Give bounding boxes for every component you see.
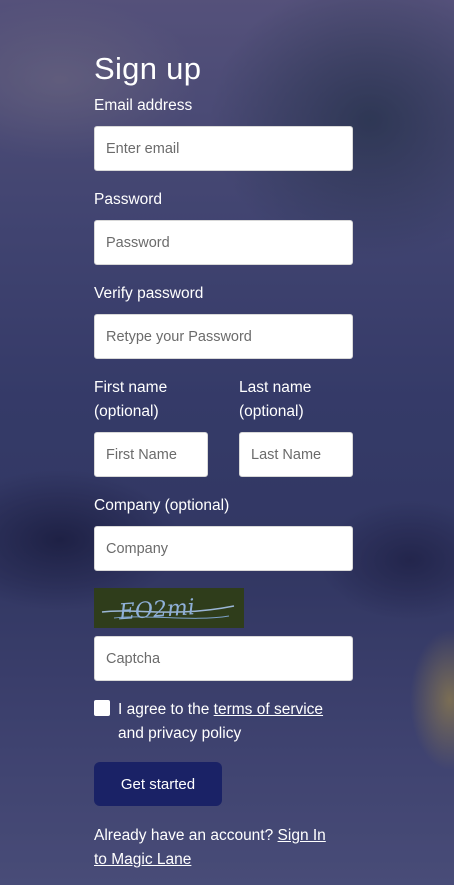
company-field[interactable] <box>94 526 353 571</box>
first-name-group: First name (optional) <box>94 376 208 477</box>
last-name-label-line2: (optional) <box>239 403 304 420</box>
captcha-image: EO2mi <box>94 588 244 628</box>
terms-text: I agree to the terms of service and priv… <box>118 698 323 746</box>
page-title: Sign up <box>94 51 202 86</box>
verify-password-label: Verify password <box>94 285 204 302</box>
password-field[interactable] <box>94 220 353 265</box>
get-started-button[interactable]: Get started <box>94 762 222 806</box>
sign-in-link-continued[interactable]: to Magic Lane <box>94 851 191 868</box>
signup-form: Sign up Email address Password Verify pa… <box>94 50 353 872</box>
terms-row: I agree to the terms of service and priv… <box>94 698 353 746</box>
captcha-image-svg: EO2mi <box>94 588 244 628</box>
terms-suffix: and privacy policy <box>118 725 242 742</box>
last-name-group: Last name (optional) <box>239 376 353 477</box>
signin-prompt: Already have an account? Sign In to Magi… <box>94 824 353 872</box>
last-name-label: Last name (optional) <box>239 376 353 424</box>
first-name-label-line1: First name <box>94 379 168 396</box>
terms-of-service-link[interactable]: terms of service <box>214 701 323 718</box>
name-row: First name (optional) Last name (optiona… <box>94 376 353 477</box>
verify-password-field[interactable] <box>94 314 353 359</box>
first-name-label: First name (optional) <box>94 376 208 424</box>
last-name-label-line1: Last name <box>239 379 312 396</box>
first-name-label-line2: (optional) <box>94 403 159 420</box>
terms-checkbox[interactable] <box>94 700 110 716</box>
signin-prompt-text: Already have an account? <box>94 827 274 844</box>
last-name-field[interactable] <box>239 432 353 477</box>
captcha-field[interactable] <box>94 636 353 681</box>
email-field[interactable] <box>94 126 353 171</box>
password-label: Password <box>94 191 163 208</box>
terms-prefix: I agree to the <box>118 701 210 718</box>
email-label: Email address <box>94 97 193 114</box>
sign-in-link[interactable]: Sign In <box>278 827 326 844</box>
company-label: Company (optional) <box>94 497 230 514</box>
first-name-field[interactable] <box>94 432 208 477</box>
